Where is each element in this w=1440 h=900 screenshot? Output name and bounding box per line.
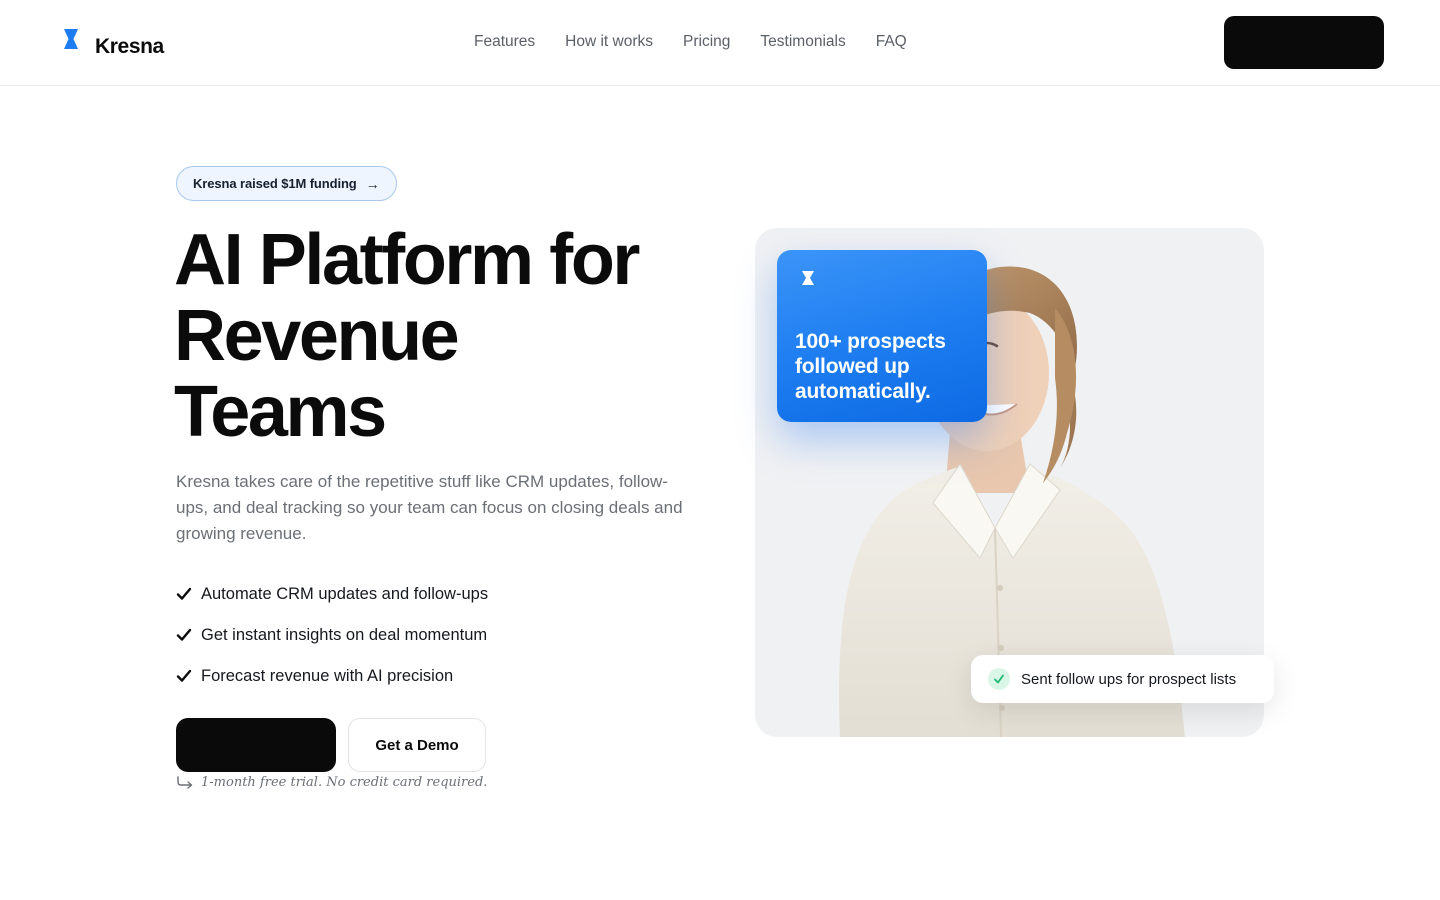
arrow-right-icon: → [365,175,380,192]
feature-label: Forecast revenue with AI precision [201,666,454,685]
trial-note: 1-month free trial. No credit card requi… [176,775,487,790]
site-header: Kresna Features How it works Pricing Tes… [0,0,1440,86]
main-nav: Features How it works Pricing Testimonia… [474,32,907,52]
feature-label: Automate CRM updates and follow-ups [201,584,489,603]
hero-subtext: Kresna takes care of the repetitive stuf… [176,472,683,543]
feature-item: Automate CRM updates and follow-ups [176,582,488,606]
checkmark-icon [176,628,192,641]
kresna-logo-icon [802,271,814,285]
funding-badge[interactable]: Kresna raised $1M funding → [176,166,397,201]
nav-link-faq[interactable]: FAQ [876,32,907,52]
header-cta-button[interactable] [1224,16,1384,69]
checkmark-icon [176,587,192,600]
primary-cta-button[interactable] [176,718,336,772]
funding-badge-label: Kresna raised $1M funding [193,176,357,191]
nav-link-features[interactable]: Features [474,32,535,52]
nav-link-testimonials[interactable]: Testimonials [760,32,845,52]
feature-list: Automate CRM updates and follow-ups Get … [176,582,488,705]
logo[interactable]: Kresna [62,24,164,59]
feature-item: Get instant insights on deal momentum [176,623,488,647]
feature-label: Get instant insights on deal momentum [201,625,488,644]
stat-card-text: 100+ prospects followed up automatically… [795,330,946,403]
headline-line-3: Teams [174,372,387,452]
nav-link-how-it-works[interactable]: How it works [565,32,653,52]
headline-line-2: Revenue [174,296,460,376]
follow-up-toast: Sent follow ups for prospect lists [971,655,1274,703]
brand-name: Kresna [95,35,164,58]
trial-note-text: 1-month free trial. No credit card requi… [201,775,488,790]
checkmark-icon [176,669,192,682]
headline-line-1: AI Platform for [174,220,640,300]
get-demo-button[interactable]: Get a Demo [348,718,486,772]
prospects-stat-card: 100+ prospects followed up automatically… [777,250,987,422]
kresna-logo-icon [64,28,78,49]
hero-headline: AI Platform for Revenue Teams [174,222,734,450]
toast-text: Sent follow ups for prospect lists [1021,670,1237,688]
feature-item: Forecast revenue with AI precision [176,664,488,688]
check-icon [988,668,1010,690]
nav-link-pricing[interactable]: Pricing [683,32,730,52]
curved-arrow-icon [177,775,193,789]
